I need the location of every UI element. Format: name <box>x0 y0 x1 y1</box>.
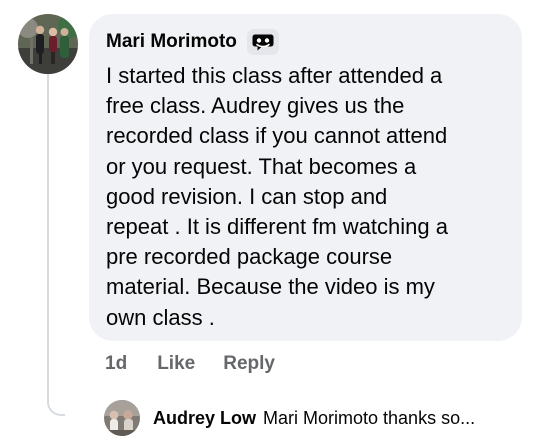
comment-line: pre recorded package course <box>106 244 393 270</box>
thread-connector <box>47 74 65 416</box>
comment-line: free class. Audrey gives us the <box>106 93 405 119</box>
reply-author-name[interactable]: Audrey Low <box>153 408 256 429</box>
like-button[interactable]: Like <box>157 353 195 375</box>
comment-body: I started this class after attended a fr… <box>106 61 506 333</box>
comment-line: I started this class after attended a <box>106 63 443 88</box>
comment-line: or you request. That becomes a <box>106 153 417 179</box>
reply-avatar-image <box>104 400 140 436</box>
reply-avatar[interactable] <box>104 400 140 436</box>
comment-line: material. Because the video is my <box>106 274 435 300</box>
comment-line: repeat . It is different fm watching a <box>106 214 448 240</box>
avatar[interactable] <box>18 14 78 74</box>
comment-line: good revision. I can stop and <box>106 183 388 209</box>
comment-timestamp[interactable]: 1d <box>105 353 127 375</box>
avatar-image <box>18 14 78 74</box>
chat-bubble-icon[interactable] <box>246 29 279 55</box>
reply-preview[interactable]: Audrey Low Mari Morimoto thanks so... <box>153 403 521 433</box>
comment-bubble: Mari Morimoto I started this class after… <box>89 14 522 341</box>
reply-preview-text[interactable]: Mari Morimoto thanks so... <box>263 408 521 429</box>
comment-actions: 1d Like Reply <box>105 350 303 378</box>
chat-bubble-icon-glyph <box>252 34 274 51</box>
comment-line: own class . <box>106 304 215 330</box>
comment-author-name[interactable]: Mari Morimoto <box>106 31 237 53</box>
reply-button[interactable]: Reply <box>223 353 275 375</box>
comment-header: Mari Morimoto <box>106 29 279 55</box>
comment-line: recorded class if you cannot attend <box>106 123 448 149</box>
